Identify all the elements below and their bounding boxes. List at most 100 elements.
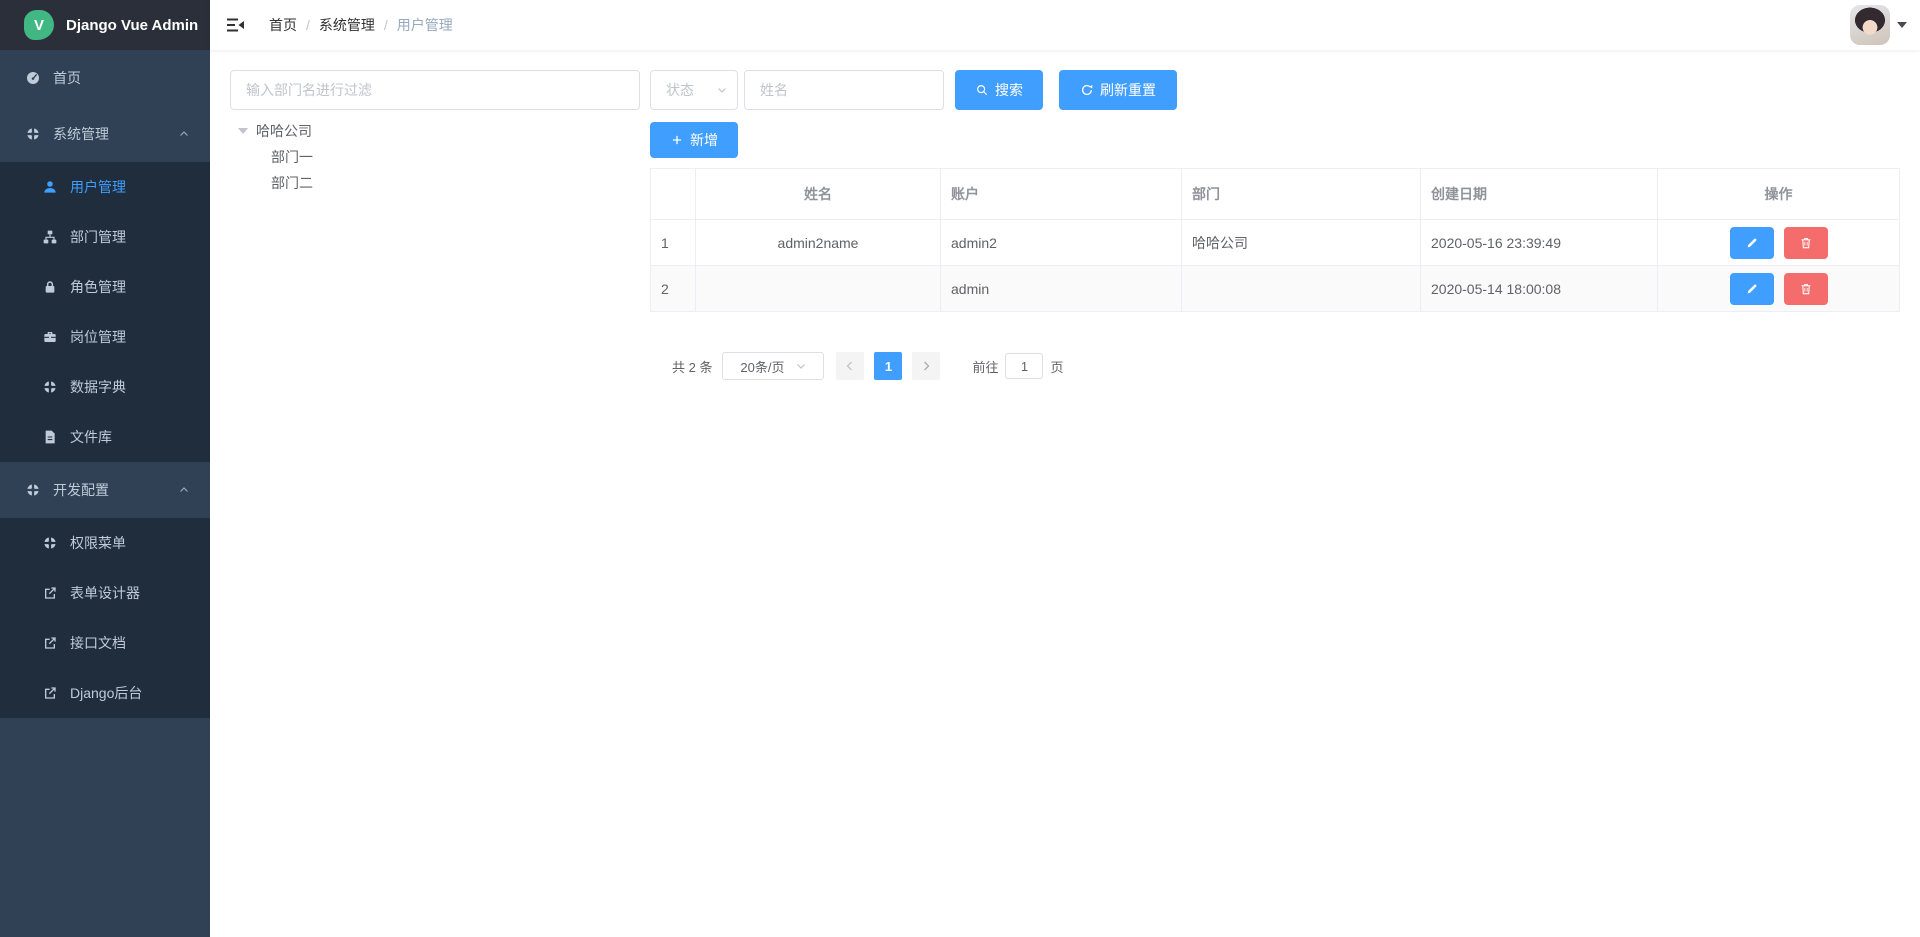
delete-button[interactable] (1784, 227, 1828, 259)
user-icon (42, 179, 58, 195)
tree-node-label: 部门一 (271, 147, 313, 167)
external-link-icon (42, 685, 58, 701)
sidebar-group-dev-config[interactable]: 开发配置 (0, 462, 210, 518)
sidebar-item-data-dictionary[interactable]: 数据字典 (0, 362, 210, 412)
page-unit-label: 页 (1050, 357, 1063, 376)
goto-page-input[interactable] (1005, 353, 1043, 379)
next-page-button[interactable] (912, 352, 940, 380)
sidebar-group-label: 开发配置 (53, 480, 109, 500)
page-size-select[interactable]: 20条/页 (722, 352, 824, 380)
topbar: 首页 / 系统管理 / 用户管理 (210, 0, 1920, 50)
sidebar-item-role-management[interactable]: 角色管理 (0, 262, 210, 312)
edit-button[interactable] (1730, 273, 1774, 305)
refresh-reset-button[interactable]: 刷新重置 (1059, 70, 1177, 110)
col-header-department: 部门 (1182, 169, 1421, 220)
sidebar-item-label: 角色管理 (70, 277, 126, 297)
goto-label: 前往 (972, 357, 998, 376)
department-tree-panel: 哈哈公司 部门一 部门二 (230, 70, 640, 917)
dashboard-icon (25, 70, 41, 86)
app-title: Django Vue Admin (66, 17, 198, 34)
edit-pen-icon (1745, 282, 1759, 296)
tree-node-label: 哈哈公司 (256, 121, 312, 141)
status-select[interactable]: 状态 (650, 70, 738, 110)
sidebar-item-file-library[interactable]: 文件库 (0, 412, 210, 462)
sidebar-item-label: 数据字典 (70, 377, 126, 397)
app-logo-link[interactable]: V Django Vue Admin (0, 0, 210, 50)
chevron-down-icon (795, 360, 807, 372)
sidebar-item-django-admin[interactable]: Django后台 (0, 668, 210, 718)
sidebar-item-permission-menu[interactable]: 权限菜单 (0, 518, 210, 568)
col-header-name: 姓名 (696, 169, 941, 220)
sidebar-item-api-docs[interactable]: 接口文档 (0, 618, 210, 668)
cell-actions (1658, 266, 1900, 312)
page-size-value: 20条/页 (740, 357, 784, 376)
user-avatar (1850, 5, 1890, 45)
tree-node-child[interactable]: 部门一 (230, 144, 640, 170)
breadcrumb-separator: / (384, 17, 388, 33)
page-number-active[interactable]: 1 (874, 352, 902, 380)
external-link-icon (42, 585, 58, 601)
search-icon (975, 83, 989, 97)
search-button[interactable]: 搜索 (955, 70, 1043, 110)
main-area: 首页 / 系统管理 / 用户管理 哈哈公司 (210, 0, 1920, 937)
sidebar-item-form-designer[interactable]: 表单设计器 (0, 568, 210, 618)
search-toolbar: 状态 搜索 刷新重置 (650, 70, 1900, 110)
plus-icon (670, 133, 684, 147)
sidebar-item-post-management[interactable]: 岗位管理 (0, 312, 210, 362)
sidebar-item-label: 部门管理 (70, 227, 126, 247)
vue-logo-icon: V (24, 10, 54, 40)
breadcrumb-current: 用户管理 (397, 15, 453, 35)
breadcrumb: 首页 / 系统管理 / 用户管理 (269, 15, 453, 35)
sidebar-item-user-management[interactable]: 用户管理 (0, 162, 210, 212)
cell-account: admin (941, 266, 1182, 312)
refresh-icon (1080, 83, 1094, 97)
sidebar-item-label: Django后台 (70, 683, 142, 703)
sidebar-group-system[interactable]: 系统管理 (0, 106, 210, 162)
table-row: 1 admin2name admin2 哈哈公司 2020-05-16 23:3… (651, 220, 1900, 266)
add-user-button[interactable]: 新增 (650, 122, 738, 158)
sidebar-item-label: 权限菜单 (70, 533, 126, 553)
trash-icon (1799, 282, 1813, 296)
cell-index: 1 (651, 220, 696, 266)
cell-created-date: 2020-05-16 23:39:49 (1421, 220, 1658, 266)
cell-name: admin2name (696, 220, 941, 266)
pagination: 共 2 条 20条/页 1 前往 页 (650, 352, 1900, 380)
tree-node-label: 部门二 (271, 173, 313, 193)
tree-node-root[interactable]: 哈哈公司 (230, 118, 640, 144)
department-filter-input[interactable] (230, 70, 640, 110)
name-search-input[interactable] (744, 70, 944, 110)
table-row: 2 admin 2020-05-14 18:00:08 (651, 266, 1900, 312)
aim-icon (42, 379, 58, 395)
user-table: 姓名 账户 部门 创建日期 操作 1 admin2name admin2 哈哈公 (650, 168, 1900, 312)
col-header-account: 账户 (941, 169, 1182, 220)
briefcase-icon (42, 329, 58, 345)
edit-button[interactable] (1730, 227, 1774, 259)
prev-page-button[interactable] (836, 352, 864, 380)
chevron-up-icon (178, 128, 190, 140)
tree-expand-caret-icon[interactable] (238, 128, 248, 134)
breadcrumb-home[interactable]: 首页 (269, 15, 297, 35)
sidebar-collapse-button[interactable] (210, 0, 260, 50)
cell-account: admin2 (941, 220, 1182, 266)
chevron-left-icon (844, 360, 856, 372)
sidebar-item-label: 用户管理 (70, 177, 126, 197)
sidebar-group-label: 系统管理 (53, 124, 109, 144)
sidebar-menu: 首页 系统管理 用户管理 部门 (0, 50, 210, 937)
chevron-down-icon (716, 84, 728, 96)
tree-node-child[interactable]: 部门二 (230, 170, 640, 196)
delete-button[interactable] (1784, 273, 1828, 305)
sidebar-item-department-management[interactable]: 部门管理 (0, 212, 210, 262)
page-content: 哈哈公司 部门一 部门二 状态 (210, 50, 1920, 937)
sidebar-item-label: 首页 (53, 68, 81, 88)
sidebar-item-label: 接口文档 (70, 633, 126, 653)
breadcrumb-system: 系统管理 (319, 15, 375, 35)
cell-department (1182, 266, 1421, 312)
user-table-panel: 状态 搜索 刷新重置 新增 (650, 70, 1900, 917)
cell-department: 哈哈公司 (1182, 220, 1421, 266)
col-header-created-date: 创建日期 (1421, 169, 1658, 220)
chevron-right-icon (920, 360, 932, 372)
system-icon (25, 126, 41, 142)
user-menu[interactable] (1850, 5, 1907, 45)
org-tree-icon (42, 229, 58, 245)
sidebar-item-home[interactable]: 首页 (0, 50, 210, 106)
